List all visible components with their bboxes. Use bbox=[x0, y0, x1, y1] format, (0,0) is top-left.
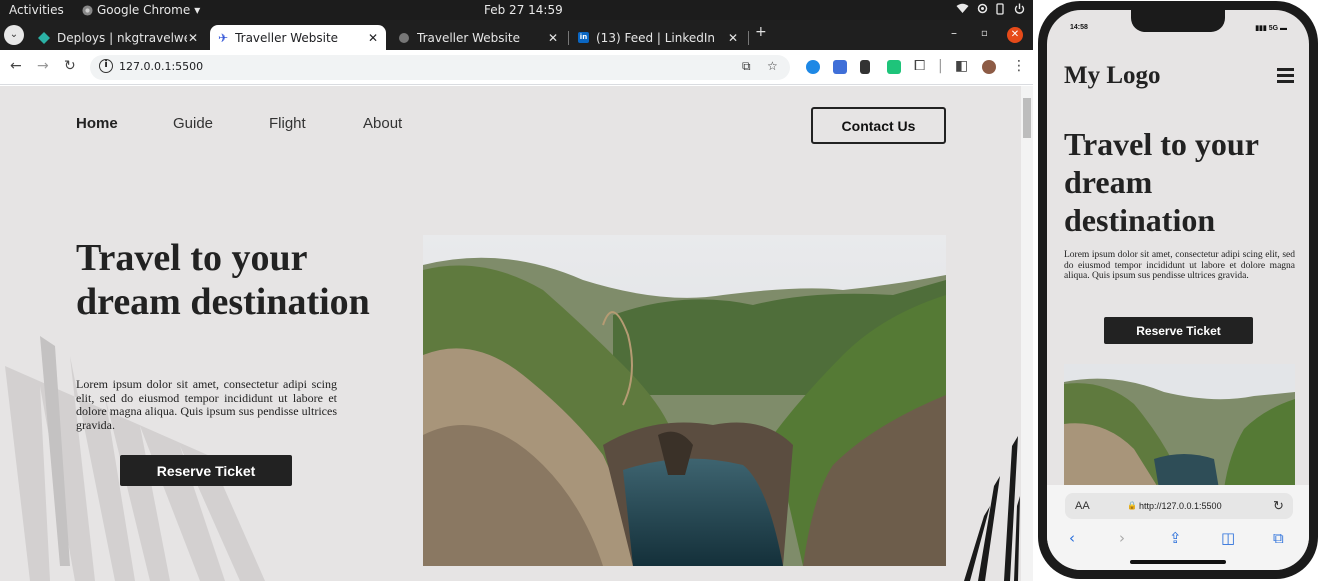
nav-link-flight[interactable]: Flight bbox=[269, 115, 306, 132]
chrome-icon bbox=[82, 4, 93, 16]
page-scrollbar[interactable] bbox=[1021, 86, 1033, 581]
chevron-down-icon: ⌄ bbox=[9, 29, 19, 40]
brush-stroke-decoration bbox=[964, 436, 1020, 581]
forward-icon[interactable]: › bbox=[1119, 529, 1125, 547]
hero-title: Travel to your dream destination bbox=[76, 237, 370, 323]
hamburger-menu-icon[interactable] bbox=[1277, 68, 1294, 86]
share-icon[interactable]: ⇪ bbox=[1169, 529, 1182, 547]
home-indicator bbox=[1130, 560, 1226, 564]
linkedin-icon: in bbox=[578, 32, 589, 43]
tab-linkedin[interactable]: in (13) Feed | LinkedIn ✕ bbox=[570, 25, 746, 50]
tab-netlify[interactable]: Deploys | nkgtravelwebsi ✕ bbox=[30, 25, 206, 50]
os-top-bar: Activities Google Chrome ▾ Feb 27 14:59 bbox=[0, 0, 1033, 20]
close-icon[interactable]: ✕ bbox=[728, 31, 738, 45]
maximize-icon[interactable]: ▫ bbox=[981, 28, 988, 39]
tab-title: Traveller Website bbox=[417, 30, 520, 45]
phone-time: 14:58 bbox=[1070, 24, 1088, 31]
nav-link-home[interactable]: Home bbox=[76, 115, 118, 132]
forward-icon[interactable]: → bbox=[37, 58, 49, 74]
clock[interactable]: Feb 27 14:59 bbox=[484, 3, 563, 17]
system-tray[interactable] bbox=[956, 3, 1025, 15]
tab-title: Deploys | nkgtravelwebsi bbox=[57, 30, 187, 45]
close-icon: ✕ bbox=[1010, 29, 1020, 40]
star-icon[interactable]: ☆ bbox=[767, 59, 778, 73]
new-tab-button[interactable]: + bbox=[755, 24, 767, 40]
address-bar[interactable]: i 127.0.0.1:5500 ⧉ ☆ bbox=[90, 55, 790, 80]
website-viewport: Home Guide Flight About Contact Us Trave… bbox=[0, 86, 1021, 581]
kebab-menu-icon[interactable]: ⋮ bbox=[1012, 58, 1026, 74]
puzzle-icon[interactable]: ⧠ bbox=[914, 58, 925, 74]
site-logo[interactable]: My Logo bbox=[1064, 62, 1161, 90]
netlify-icon bbox=[38, 31, 50, 44]
mobile-hero-title: Travel to your dream destination bbox=[1064, 126, 1259, 238]
window-close-button[interactable]: ✕ bbox=[1007, 27, 1023, 43]
tabs-icon[interactable]: ⧉ bbox=[1273, 529, 1284, 547]
nav-link-about[interactable]: About bbox=[363, 115, 402, 132]
hero-landscape-image bbox=[423, 235, 946, 566]
extension-icon[interactable] bbox=[887, 60, 901, 74]
back-icon[interactable]: ← bbox=[10, 58, 22, 74]
tab-divider bbox=[568, 31, 569, 45]
tab-search-button[interactable]: ⌄ bbox=[4, 25, 24, 45]
screen: Activities Google Chrome ▾ Feb 27 14:59 … bbox=[0, 0, 1319, 581]
mobile-address-bar[interactable]: AA 🔒 http://127.0.0.1:5500 ↻ bbox=[1065, 493, 1293, 519]
caret-down-icon: ▾ bbox=[194, 3, 201, 17]
phone-status-bar: ▮▮▮ 5G ▬ bbox=[1255, 24, 1287, 32]
phone-frame: 14:58 ▮▮▮ 5G ▬ My Logo Travel to your dr… bbox=[1038, 1, 1318, 579]
reload-icon[interactable]: ↻ bbox=[1273, 498, 1284, 514]
brush-stroke-decoration bbox=[5, 336, 265, 581]
globe-icon bbox=[399, 32, 409, 43]
tab-title: Traveller Website bbox=[235, 30, 339, 45]
profile-avatar[interactable] bbox=[982, 60, 996, 74]
phone-notch bbox=[1131, 10, 1225, 32]
close-icon[interactable]: ✕ bbox=[188, 31, 198, 45]
wifi-icon bbox=[956, 3, 969, 13]
toolbar-divider: | bbox=[938, 58, 943, 74]
activities-button[interactable]: Activities bbox=[9, 3, 64, 17]
reload-icon[interactable]: ↻ bbox=[64, 58, 76, 74]
app-menu[interactable]: Google Chrome ▾ bbox=[82, 3, 200, 17]
network-label: 5G bbox=[1268, 25, 1279, 32]
phone-preview: 14:58 ▮▮▮ 5G ▬ My Logo Travel to your dr… bbox=[1036, 0, 1319, 581]
settings-icon bbox=[977, 3, 988, 14]
mobile-url-text: http://127.0.0.1:5500 bbox=[1139, 501, 1222, 511]
tab-strip: ⌄ Deploys | nkgtravelwebsi ✕ ✈ Traveller… bbox=[0, 20, 1033, 50]
reserve-ticket-button[interactable]: Reserve Ticket bbox=[120, 455, 292, 486]
safari-bottom-bar: AA 🔒 http://127.0.0.1:5500 ↻ ‹ › ⇪ ◫ ⧉ bbox=[1047, 485, 1309, 570]
power-icon bbox=[1014, 3, 1025, 14]
side-panel-icon[interactable]: ◧ bbox=[955, 58, 968, 74]
eyedropper-icon[interactable] bbox=[860, 60, 870, 74]
signal-icon: ▮▮▮ bbox=[1255, 25, 1267, 32]
battery-icon: ▬ bbox=[1280, 25, 1287, 32]
contact-us-button[interactable]: Contact Us bbox=[811, 107, 946, 144]
tab-title: (13) Feed | LinkedIn bbox=[596, 30, 716, 45]
scrollbar-thumb[interactable] bbox=[1023, 98, 1031, 138]
close-icon[interactable]: ✕ bbox=[368, 31, 378, 45]
tab-traveller-active[interactable]: ✈ Traveller Website ✕ bbox=[210, 25, 386, 50]
close-icon[interactable]: ✕ bbox=[548, 31, 558, 45]
extension-icon[interactable] bbox=[833, 60, 847, 74]
browser-toolbar: ← → ↻ i 127.0.0.1:5500 ⧉ ☆ ⧠ | ◧ ⋮ bbox=[0, 50, 1033, 85]
app-menu-label: Google Chrome bbox=[97, 3, 191, 17]
hero-description: Lorem ipsum dolor sit amet, consectetur … bbox=[76, 377, 337, 432]
url-text: 127.0.0.1:5500 bbox=[119, 60, 204, 73]
site-info-icon[interactable]: i bbox=[99, 59, 113, 73]
minimize-icon[interactable]: – bbox=[951, 26, 957, 40]
phone-link-icon bbox=[996, 3, 1004, 15]
tab-traveller[interactable]: Traveller Website ✕ bbox=[390, 25, 566, 50]
translate-icon[interactable]: ⧉ bbox=[742, 59, 751, 74]
mobile-hero-description: Lorem ipsum dolor sit amet, consectetur … bbox=[1064, 250, 1295, 281]
mobile-reserve-ticket-button[interactable]: Reserve Ticket bbox=[1104, 317, 1253, 344]
nav-link-guide[interactable]: Guide bbox=[173, 115, 213, 132]
back-icon[interactable]: ‹ bbox=[1069, 529, 1075, 547]
extension-icon[interactable] bbox=[806, 60, 820, 74]
text-size-button[interactable]: AA bbox=[1075, 500, 1090, 512]
tab-divider bbox=[748, 31, 749, 45]
plane-icon: ✈ bbox=[218, 30, 229, 45]
bookmarks-icon[interactable]: ◫ bbox=[1221, 529, 1235, 547]
phone-screen: 14:58 ▮▮▮ 5G ▬ My Logo Travel to your dr… bbox=[1047, 10, 1309, 570]
lock-icon: 🔒 bbox=[1127, 501, 1137, 510]
mobile-hero-image bbox=[1064, 364, 1295, 489]
